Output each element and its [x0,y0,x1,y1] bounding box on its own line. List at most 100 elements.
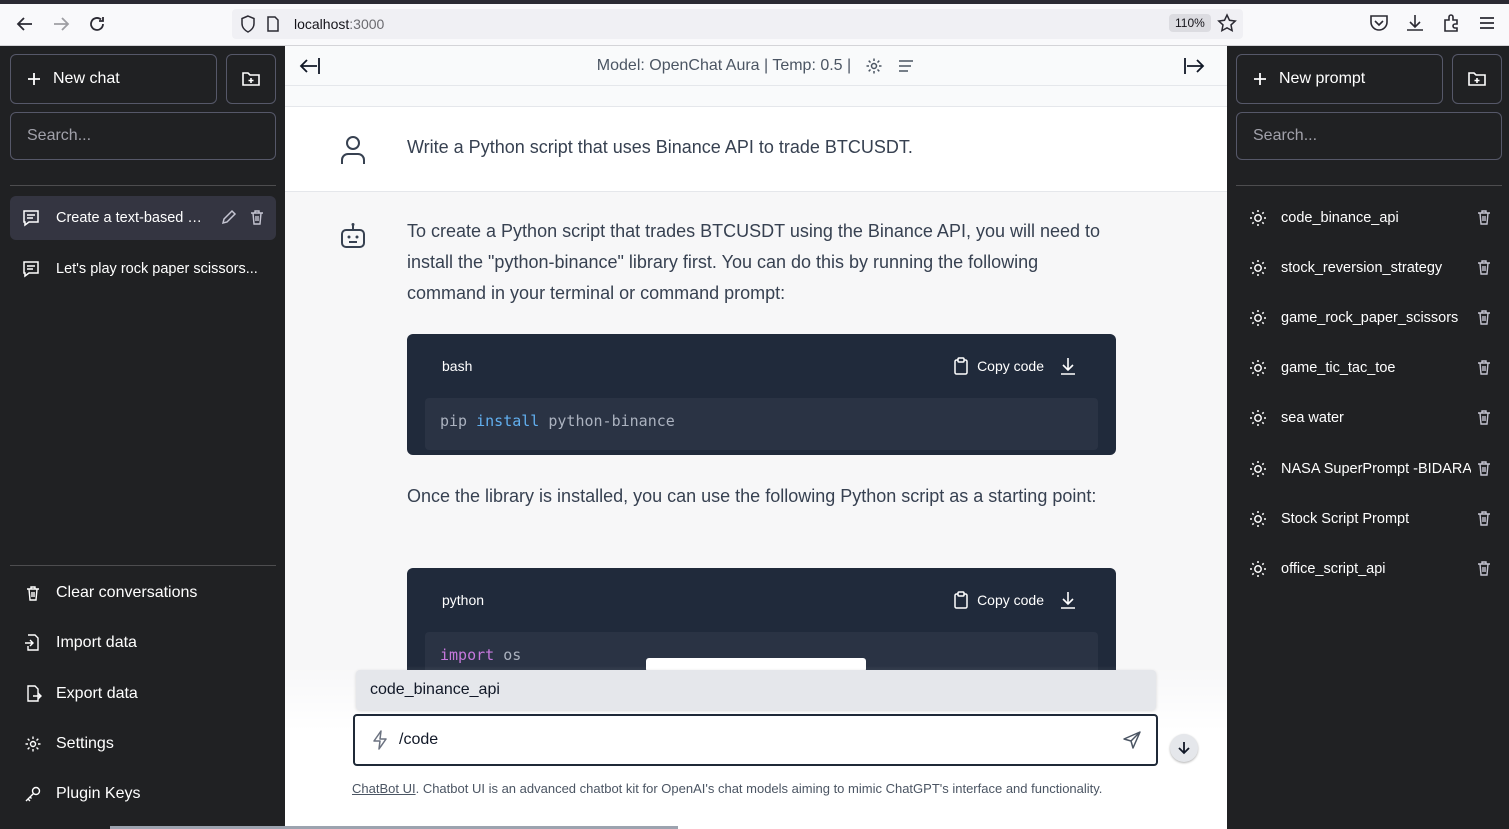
back-button[interactable] [13,12,37,36]
trash-icon[interactable] [1475,208,1493,226]
url-text: localhost:3000 [294,16,385,32]
downloads-icon[interactable] [1404,12,1426,34]
bulb-icon [1250,410,1266,426]
prompt-item[interactable]: game_rock_paper_scissors [1237,298,1505,338]
bulb-icon [1250,561,1266,577]
code-language-label: python [442,592,485,608]
plus-icon [1254,73,1266,85]
prompt-label: office_script_api [1281,561,1386,577]
new-chat-button[interactable]: New chat [10,54,217,104]
clear-conversations-button[interactable]: Clear conversations [10,571,276,615]
copy-code-button[interactable]: Copy code [977,592,1044,608]
bulb-icon [1250,260,1266,276]
settings-gear-button[interactable] [865,57,883,75]
user-message-text: Write a Python script that uses Binance … [407,137,913,157]
prompt-label: NASA SuperPrompt -BIDARA [1281,461,1471,477]
export-data-label: Export data [56,685,138,702]
toggle-right-sidebar-button[interactable] [1183,54,1207,83]
assistant-paragraph: To create a Python script that trades BT… [407,221,1101,303]
prompt-search-input[interactable] [1236,112,1502,160]
arrow-down-icon [1178,742,1190,755]
reload-icon [90,17,104,31]
new-prompt-button[interactable]: New prompt [1236,54,1443,104]
plugin-keys-button[interactable]: Plugin Keys [10,772,276,816]
prompt-label: Stock Script Prompt [1281,511,1410,527]
new-folder-button[interactable] [226,54,276,104]
url-bar[interactable]: localhost:3000 110% [232,9,1243,39]
import-data-button[interactable]: Import data [10,621,276,665]
clear-conversations-label: Clear conversations [56,584,198,601]
code-block-header: python Copy code [407,568,1116,632]
trash-icon[interactable] [1475,459,1493,477]
clipboard-icon[interactable] [953,357,969,375]
prompt-item[interactable]: office_script_api [1237,549,1505,589]
arrow-bar-right-icon [1184,58,1205,74]
left-sidebar: New chat Create a text-based e... Let's … [0,46,285,829]
chatbot-ui-link[interactable]: ChatBot UI [352,781,416,796]
page-icon [267,16,279,32]
menu-icon[interactable] [1476,12,1498,34]
export-data-button[interactable]: Export data [10,672,276,716]
toggle-left-sidebar-button[interactable] [297,54,321,83]
new-prompt-folder-button[interactable] [1452,54,1502,104]
bulb-icon [1250,210,1266,226]
chat-message-input[interactable] [399,728,1099,752]
shield-icon [241,15,255,33]
sidebar-divider [10,565,276,566]
message-icon [23,261,39,278]
prompt-item[interactable]: game_tic_tac_toe [1237,348,1505,388]
conversation-item[interactable]: Create a text-based e... [10,196,276,240]
bookmark-star-icon[interactable] [1217,13,1237,33]
prompt-item[interactable]: code_binance_api [1237,198,1505,238]
folder-plus-icon [242,72,260,86]
extensions-icon[interactable] [1441,12,1463,34]
trash-icon[interactable] [1475,408,1493,426]
footer-note: ChatBot UI. Chatbot UI is an advanced ch… [352,781,1172,796]
pencil-icon[interactable] [220,208,238,226]
prompt-item[interactable]: Stock Script Prompt [1237,499,1505,539]
chat-input-container [353,714,1158,766]
bolt-icon[interactable] [371,730,389,750]
file-import-icon [25,634,39,651]
plugin-keys-label: Plugin Keys [56,785,141,802]
zoom-level-badge[interactable]: 110% [1169,14,1211,32]
code-block-bash: bash Copy code pip install python-binanc… [407,334,1116,455]
send-icon[interactable] [1122,730,1142,750]
trash-icon[interactable] [248,208,266,226]
prompt-item[interactable]: stock_reversion_strategy [1237,248,1505,288]
trash-icon[interactable] [1475,509,1493,527]
copy-code-area: Copy code [953,591,1076,609]
right-sidebar: New prompt code_binance_api stock_revers… [1227,46,1509,829]
download-icon[interactable] [1060,357,1076,375]
forward-button[interactable] [49,12,73,36]
header-spacer [285,86,1227,106]
copy-code-button[interactable]: Copy code [977,358,1044,374]
bulb-icon [1250,461,1266,477]
trash-icon[interactable] [1475,559,1493,577]
conversation-item[interactable]: Let's play rock paper scissors... [10,247,276,291]
window-top-line [0,0,1509,4]
list-icon [899,59,914,72]
message-icon [23,210,39,227]
scroll-down-button[interactable] [1170,734,1198,762]
bulb-icon [1250,511,1266,527]
prompt-suggestion-item[interactable]: code_binance_api [356,670,1156,710]
code-language-label: bash [442,358,473,374]
clear-chat-button[interactable] [897,57,915,75]
download-icon[interactable] [1060,591,1076,609]
conversation-actions [220,208,266,226]
trash-icon[interactable] [1475,258,1493,276]
trash-icon[interactable] [1475,358,1493,376]
model-info: Model: OpenChat Aura | Temp: 0.5 | [596,56,852,74]
settings-button[interactable]: Settings [10,722,276,766]
robot-avatar-icon [341,223,365,248]
clipboard-icon[interactable] [953,591,969,609]
file-export-icon [27,685,42,702]
trash-icon[interactable] [1475,308,1493,326]
conversation-search-input[interactable] [10,112,276,160]
reload-button[interactable] [85,12,109,36]
prompt-item[interactable]: sea water [1237,398,1505,438]
sidebar-divider [1236,185,1502,186]
prompt-item[interactable]: NASA SuperPrompt -BIDARA [1237,449,1505,489]
pocket-icon[interactable] [1368,12,1390,34]
